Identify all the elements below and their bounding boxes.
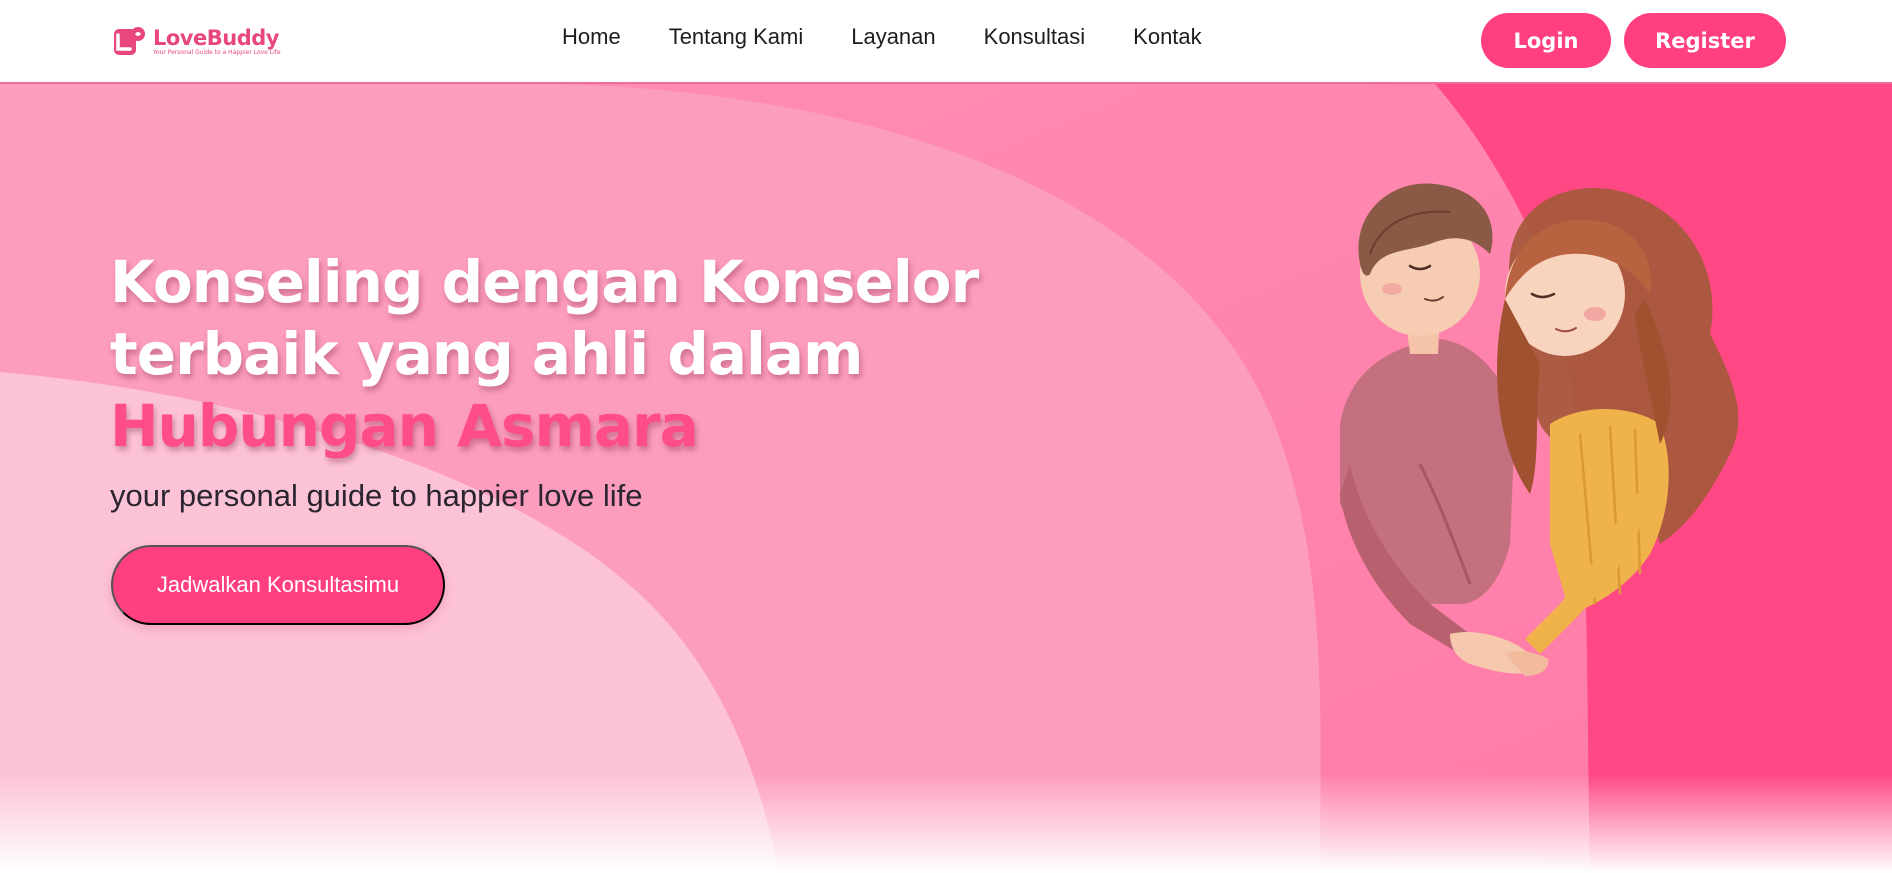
hero-subtitle: your personal guide to happier love life	[110, 478, 643, 513]
login-button[interactable]: Login	[1481, 13, 1611, 68]
nav-link-konsultasi[interactable]: Konsultasi	[984, 22, 1086, 52]
brand-logo[interactable]: LoveBuddy Your Personal Guide to a Happi…	[113, 22, 303, 62]
nav-link-kontak[interactable]: Kontak	[1133, 22, 1202, 52]
nav-link-layanan[interactable]: Layanan	[851, 22, 935, 52]
schedule-consultation-button[interactable]: Jadwalkan Konsultasimu	[111, 545, 445, 625]
brand-name: LoveBuddy	[153, 26, 279, 50]
hero-title-line2: terbaik yang ahli dalam	[110, 320, 863, 388]
navbar: LoveBuddy Your Personal Guide to a Happi…	[0, 0, 1892, 84]
brand-tagline: Your Personal Guide to a Happier Love Li…	[153, 49, 281, 56]
nav-link-home[interactable]: Home	[562, 22, 621, 52]
couple-holding-hands-illustration	[1340, 183, 1739, 676]
main-nav: Home Tentang Kami Layanan Konsultasi Kon…	[562, 22, 1202, 52]
hero-section: Konseling dengan Konselor terbaik yang a…	[0, 84, 1892, 873]
hero-title-line1: Konseling dengan Konselor	[110, 248, 979, 316]
hero-title: Konseling dengan Konselor terbaik yang a…	[110, 246, 1010, 462]
hero-title-highlight: Hubungan Asmara	[110, 392, 699, 460]
register-button[interactable]: Register	[1624, 13, 1786, 68]
heart-chat-icon	[113, 25, 147, 59]
nav-link-tentang-kami[interactable]: Tentang Kami	[669, 22, 804, 52]
